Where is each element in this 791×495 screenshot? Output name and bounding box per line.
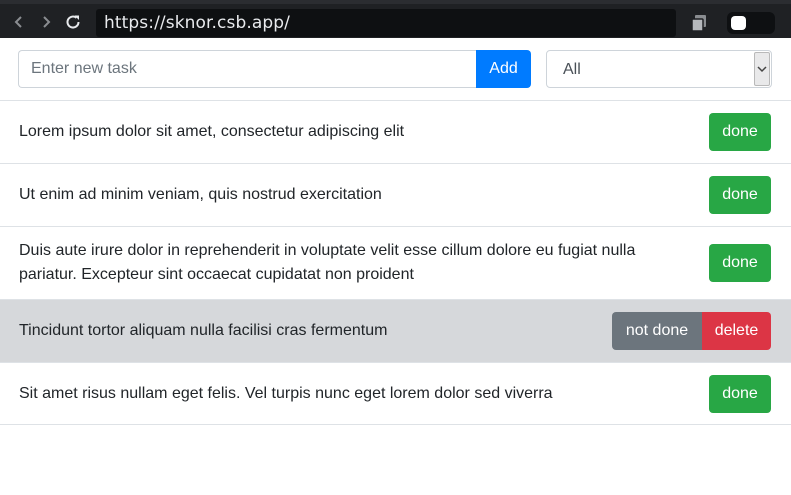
- filter-selected-value: All: [563, 61, 581, 78]
- browser-toolbar: https://sknor.csb.app/: [0, 0, 791, 38]
- task-text: Ut enim ad minim veniam, quis nostrud ex…: [19, 186, 382, 203]
- task-text: Duis aute irure dolor in reprehenderit i…: [19, 242, 636, 283]
- done-button[interactable]: done: [709, 374, 771, 413]
- new-task-form: Add: [18, 50, 531, 88]
- task-item: Sit amet risus nullam eget felis. Vel tu…: [0, 362, 791, 425]
- theme-toggle[interactable]: [727, 12, 775, 34]
- task-item: Lorem ipsum dolor sit amet, consectetur …: [0, 100, 791, 163]
- forward-arrow-icon[interactable]: [36, 12, 56, 32]
- address-bar[interactable]: https://sknor.csb.app/: [96, 9, 676, 37]
- task-text: Sit amet risus nullam eget felis. Vel tu…: [19, 384, 553, 402]
- back-arrow-icon[interactable]: [9, 12, 29, 32]
- task-item-completed: Tincidunt tortor aliquam nulla facilisi …: [0, 299, 791, 362]
- done-button[interactable]: done: [709, 113, 771, 151]
- task-list: Lorem ipsum dolor sit amet, consectetur …: [0, 100, 791, 425]
- not-done-button[interactable]: not done: [612, 312, 702, 350]
- reload-icon[interactable]: [63, 12, 83, 32]
- toggle-knob: [731, 16, 746, 30]
- done-button[interactable]: done: [709, 176, 771, 214]
- copy-icon[interactable]: [689, 13, 709, 33]
- add-button[interactable]: Add: [476, 50, 531, 88]
- task-text: Tincidunt tortor aliquam nulla facilisi …: [19, 322, 388, 339]
- done-button[interactable]: done: [709, 244, 771, 282]
- chevron-down-icon[interactable]: [754, 52, 770, 86]
- task-item: Duis aute irure dolor in reprehenderit i…: [0, 226, 791, 299]
- task-item: Ut enim ad minim veniam, quis nostrud ex…: [0, 163, 791, 226]
- filter-select[interactable]: All: [546, 50, 772, 88]
- task-actions: not done delete: [612, 312, 771, 350]
- delete-button[interactable]: delete: [702, 312, 771, 350]
- new-task-input[interactable]: [18, 50, 476, 88]
- task-text: Lorem ipsum dolor sit amet, consectetur …: [19, 123, 405, 140]
